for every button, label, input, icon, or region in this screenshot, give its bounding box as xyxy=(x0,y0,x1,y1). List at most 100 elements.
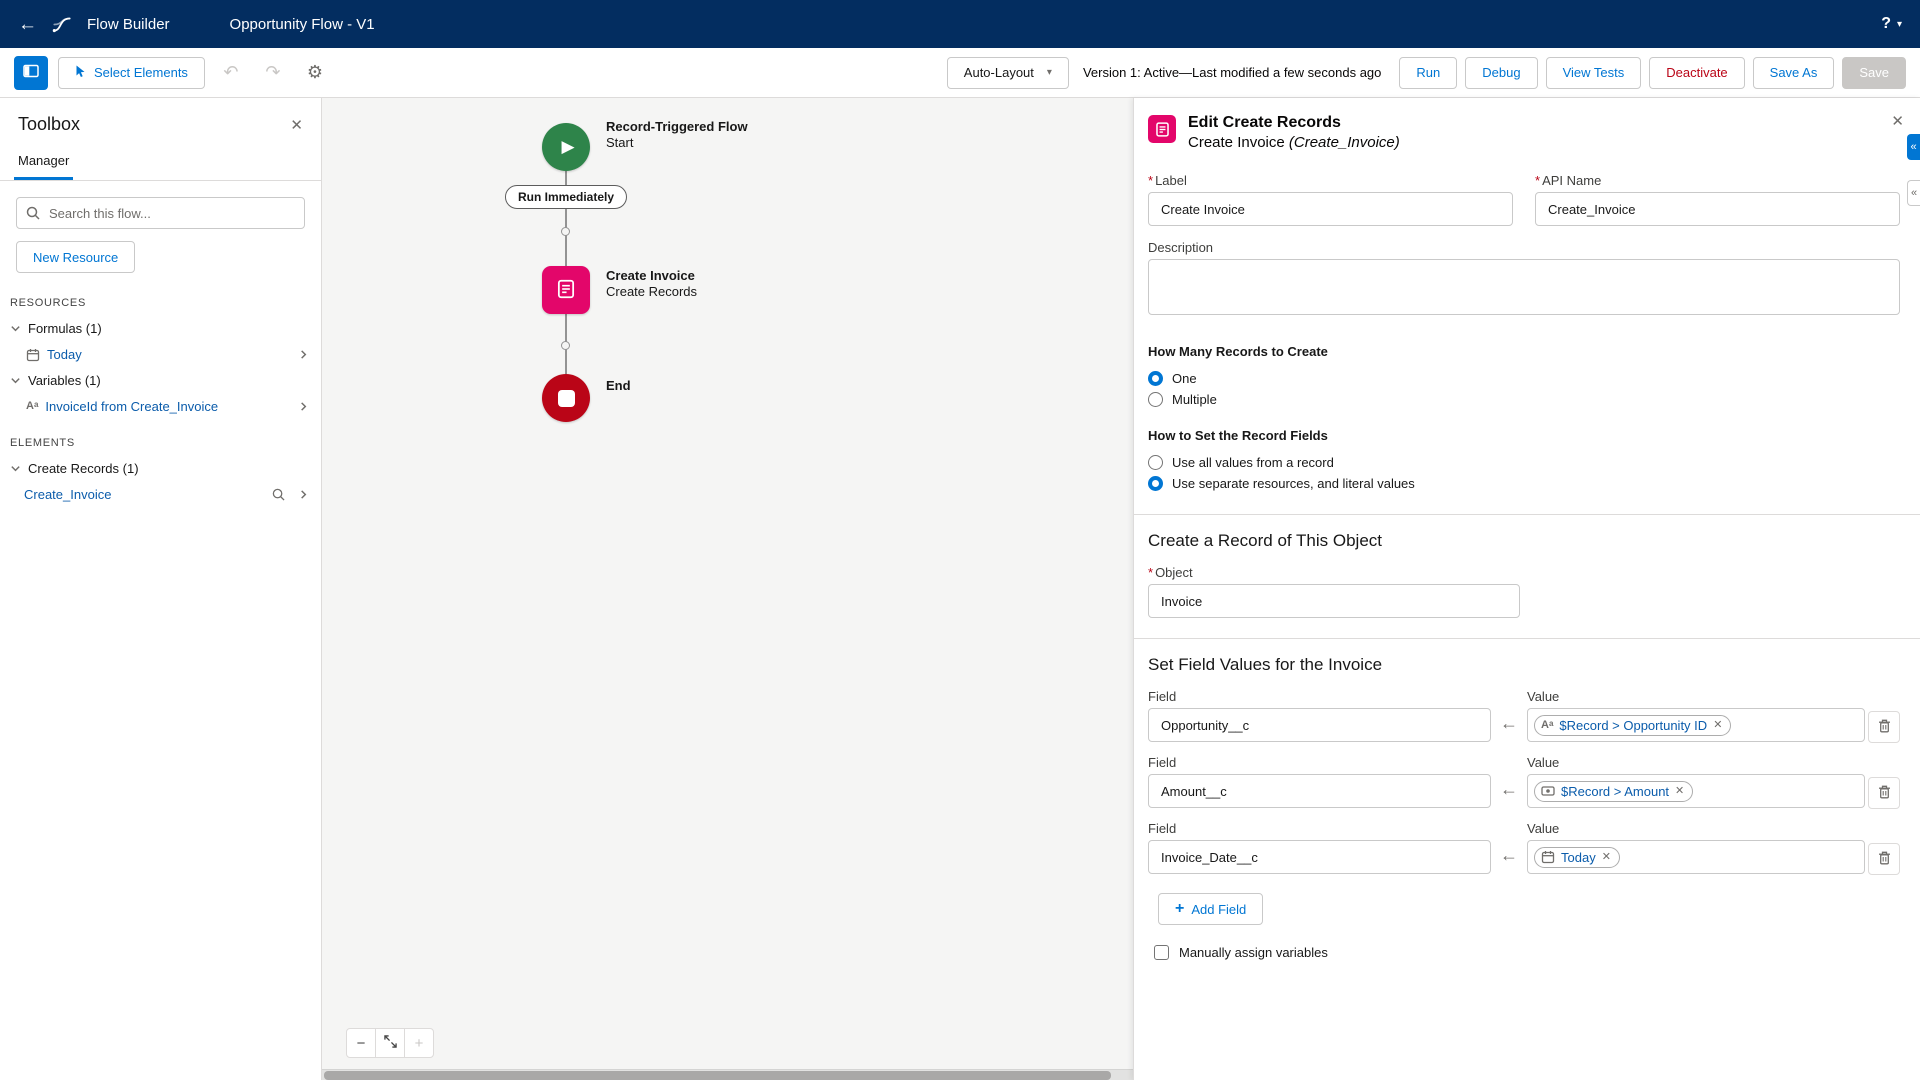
value-column-label: Value xyxy=(1527,755,1865,770)
add-field-button[interactable]: + Add Field xyxy=(1158,893,1263,925)
select-elements-button[interactable]: Select Elements xyxy=(58,57,205,89)
horizontal-scrollbar[interactable] xyxy=(322,1069,1133,1080)
toolbox-item-link[interactable]: Today xyxy=(47,347,82,362)
object-input[interactable] xyxy=(1148,584,1520,618)
run-button[interactable]: Run xyxy=(1399,57,1457,89)
toolbox-close-icon[interactable]: ✕ xyxy=(290,116,303,134)
toggle-toolbox-button[interactable] xyxy=(14,56,48,90)
create-node-title: Create Invoice xyxy=(606,268,697,284)
toolbox-item-link[interactable]: InvoiceId from Create_Invoice xyxy=(45,399,218,414)
toolbox-search-input[interactable] xyxy=(16,197,305,229)
chevron-right-icon[interactable] xyxy=(298,401,309,412)
value-combobox[interactable]: $Record > Amount ✕ xyxy=(1527,774,1865,808)
toolbox-group-variables[interactable]: Variables (1) xyxy=(0,367,321,394)
back-button[interactable]: ← xyxy=(18,15,37,34)
resource-pill[interactable]: Aa $Record > Opportunity ID ✕ xyxy=(1534,715,1731,736)
redo-button[interactable]: ↷ xyxy=(257,57,289,89)
zoom-fit-button[interactable] xyxy=(375,1028,405,1058)
toolbox-item-link[interactable]: Create_Invoice xyxy=(24,487,111,502)
value-combobox[interactable]: Aa $Record > Opportunity ID ✕ xyxy=(1527,708,1865,742)
delete-row-button[interactable] xyxy=(1868,711,1900,743)
start-node[interactable]: ▶ xyxy=(542,123,590,171)
pill-label: $Record > Amount xyxy=(1561,784,1669,799)
object-field-label: *Object xyxy=(1148,565,1520,580)
toolbox-panel: Toolbox ✕ Manager New Resource RESOURCES… xyxy=(0,98,322,1080)
remove-pill-icon[interactable]: ✕ xyxy=(1675,786,1684,797)
create-invoice-node[interactable] xyxy=(542,266,590,314)
field-input[interactable] xyxy=(1148,840,1491,874)
radio-icon[interactable] xyxy=(1148,371,1163,386)
find-in-canvas-icon[interactable] xyxy=(272,488,285,501)
trash-icon xyxy=(1878,719,1891,736)
radio-icon[interactable] xyxy=(1148,392,1163,407)
new-resource-button[interactable]: New Resource xyxy=(16,241,135,273)
toolbox-title: Toolbox xyxy=(18,114,80,135)
help-button[interactable]: ? xyxy=(1881,15,1891,33)
toolbox-item-create-invoice[interactable]: Create_Invoice xyxy=(0,482,321,507)
manually-assign-checkbox-row[interactable]: Manually assign variables xyxy=(1154,945,1900,960)
help-caret-icon[interactable]: ▾ xyxy=(1897,19,1902,30)
docked-panel-tab[interactable]: « xyxy=(1907,180,1920,206)
trash-icon xyxy=(1878,851,1891,868)
remove-pill-icon[interactable]: ✕ xyxy=(1602,852,1611,863)
api-name-input[interactable] xyxy=(1535,192,1900,226)
create-records-icon xyxy=(555,278,577,303)
radio-option-multiple[interactable]: Multiple xyxy=(1148,389,1900,410)
value-combobox[interactable]: Today ✕ xyxy=(1527,840,1865,874)
scrollbar-thumb[interactable] xyxy=(324,1071,1111,1080)
run-immediately-badge[interactable]: Run Immediately xyxy=(505,185,627,209)
create-node-subtitle: Create Records xyxy=(606,284,697,300)
search-icon xyxy=(26,206,40,223)
radio-icon[interactable] xyxy=(1148,476,1163,491)
layout-mode-label: Auto-Layout xyxy=(964,65,1034,80)
expand-fit-icon xyxy=(384,1035,397,1052)
panel-close-icon[interactable]: ✕ xyxy=(1891,112,1904,130)
end-node-label: End xyxy=(606,378,631,394)
save-button[interactable]: Save xyxy=(1842,57,1906,89)
layout-mode-dropdown[interactable]: Auto-Layout ▾ xyxy=(947,57,1069,89)
save-as-button[interactable]: Save As xyxy=(1753,57,1835,89)
chevron-right-icon[interactable] xyxy=(298,349,309,360)
value-column-label: Value xyxy=(1527,821,1865,836)
collapse-panel-tab[interactable]: « xyxy=(1907,134,1920,160)
delete-row-button[interactable] xyxy=(1868,777,1900,809)
remove-pill-icon[interactable]: ✕ xyxy=(1713,720,1722,731)
end-node-title: End xyxy=(606,378,631,394)
toolbox-item-invoiceid[interactable]: Aa InvoiceId from Create_Invoice xyxy=(0,394,321,419)
checkbox-icon[interactable] xyxy=(1154,945,1169,960)
undo-button[interactable]: ↶ xyxy=(215,57,247,89)
tab-manager[interactable]: Manager xyxy=(14,147,73,180)
assign-arrow-icon: ← xyxy=(1491,713,1527,734)
field-input[interactable] xyxy=(1148,774,1491,808)
deactivate-button[interactable]: Deactivate xyxy=(1649,57,1744,89)
description-textarea[interactable] xyxy=(1148,259,1900,315)
stop-icon xyxy=(558,390,575,407)
field-value-row: Field ← Value Aa $Record > Opportunity I… xyxy=(1148,689,1900,743)
radio-option-all-values[interactable]: Use all values from a record xyxy=(1148,452,1900,473)
panel-subtitle-api: (Create_Invoice) xyxy=(1289,134,1400,151)
section-divider xyxy=(1134,514,1920,515)
radio-icon[interactable] xyxy=(1148,455,1163,470)
end-node[interactable] xyxy=(542,374,590,422)
currency-icon xyxy=(1541,784,1555,798)
zoom-out-button[interactable]: − xyxy=(346,1028,376,1058)
field-column-label: Field xyxy=(1148,689,1491,704)
api-name-field-label: *API Name xyxy=(1535,173,1900,188)
toolbox-group-formulas[interactable]: Formulas (1) xyxy=(0,315,321,342)
flow-settings-gear-icon[interactable]: ⚙ xyxy=(299,57,331,89)
radio-option-one[interactable]: One xyxy=(1148,368,1900,389)
radio-option-separate-resources[interactable]: Use separate resources, and literal valu… xyxy=(1148,473,1900,494)
field-input[interactable] xyxy=(1148,708,1491,742)
debug-button[interactable]: Debug xyxy=(1465,57,1537,89)
resource-pill[interactable]: Today ✕ xyxy=(1534,847,1620,868)
toolbox-group-create-records[interactable]: Create Records (1) xyxy=(0,455,321,482)
label-input[interactable] xyxy=(1148,192,1513,226)
view-tests-button[interactable]: View Tests xyxy=(1546,57,1642,89)
resource-pill[interactable]: $Record > Amount ✕ xyxy=(1534,781,1693,802)
flow-canvas[interactable]: ▶ Record-Triggered Flow Start Run Immedi… xyxy=(322,98,1133,1080)
delete-row-button[interactable] xyxy=(1868,843,1900,875)
chevron-right-icon[interactable] xyxy=(298,489,309,500)
toolbox-item-today[interactable]: Today xyxy=(0,342,321,367)
zoom-in-button[interactable]: + xyxy=(404,1028,434,1058)
chevron-down-icon: ▾ xyxy=(1047,67,1052,78)
